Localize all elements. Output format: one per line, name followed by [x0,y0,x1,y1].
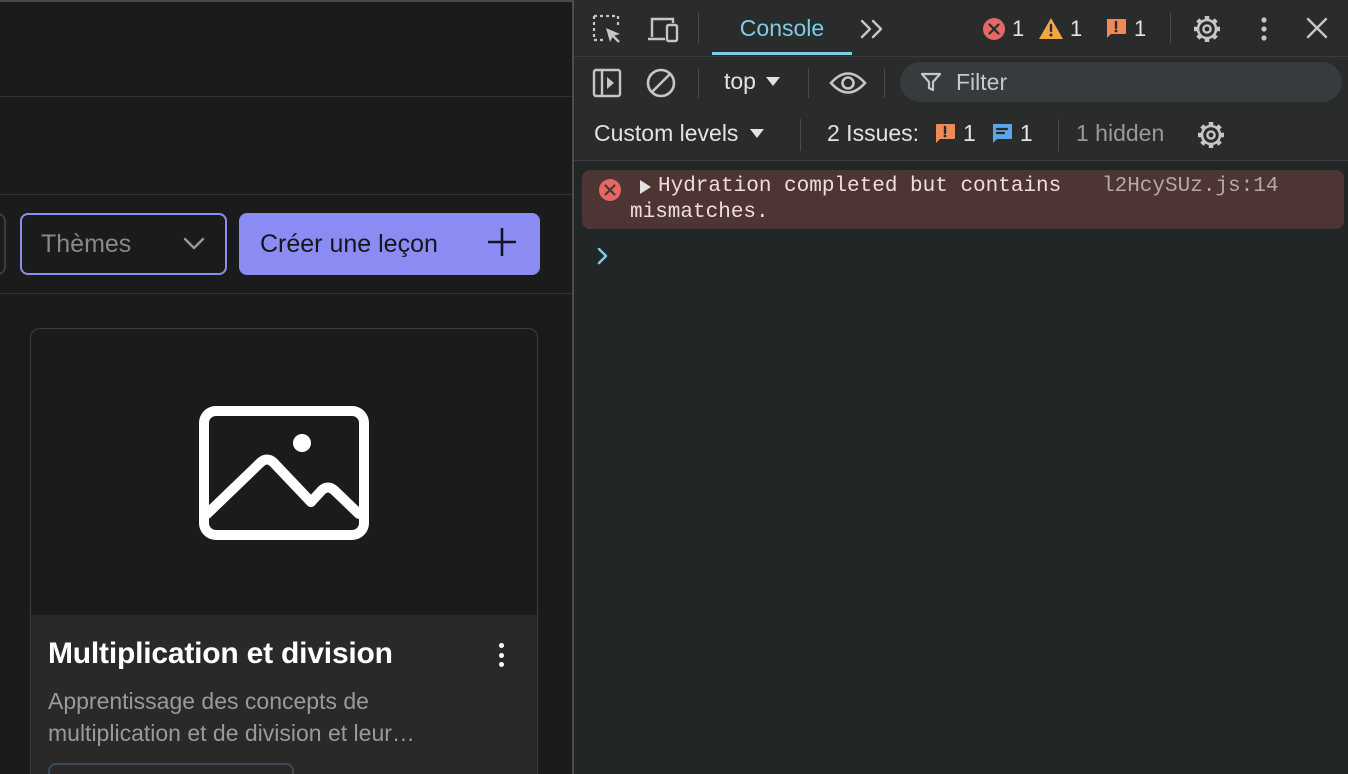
live-expression-eye-icon[interactable] [828,66,868,100]
caret-down-icon [765,76,780,86]
error-source-link[interactable]: l2HcySUz.js:14 [1102,174,1278,200]
error-count[interactable]: 1 [982,16,1024,42]
toolbar-divider-top [0,194,573,195]
more-vertical-icon[interactable] [489,639,513,671]
issue-icon [1107,19,1126,38]
toolbar-separator [800,119,801,151]
log-levels-value: Custom levels [594,120,739,146]
description-line: multiplication et de division et leur… [48,720,415,746]
console-filter[interactable] [900,62,1342,102]
error-count-value: 1 [1012,16,1025,41]
toolbar-separator [884,68,885,98]
issues-summary-button[interactable]: 2 Issues: 1 1 [827,120,1033,147]
filter-input[interactable] [956,68,1316,96]
app-pane: Thèmes Créer une leçon Multiplication et… [0,0,573,774]
lesson-card-title: Multiplication et division [48,637,393,670]
tab-console-label: Console [739,14,825,41]
issues-summary-label: 2 Issues: [827,120,920,146]
context-selector-value: top [724,68,756,94]
filter-funnel-icon [920,72,942,92]
console-prompt-chevron-icon[interactable] [596,246,610,271]
lesson-card-chip[interactable] [48,763,294,774]
caret-down-icon [750,128,765,138]
console-output [574,161,1348,774]
lesson-card-image [31,329,537,615]
top-border [0,0,573,2]
breaking-issues: 1 [933,120,976,147]
tab-console[interactable]: Console [712,0,852,56]
issues-count-value: 1 [1134,16,1147,41]
image-placeholder-icon [199,406,369,540]
screen: Thèmes Créer une leçon Multiplication et… [0,0,1348,774]
chevron-down-icon [183,237,205,251]
hidden-messages-count: 1 hidden [1076,120,1165,146]
error-icon [599,179,621,201]
create-lesson-button[interactable]: Créer une leçon [239,213,540,275]
toolbar-separator [1058,119,1059,151]
active-tab-underline [712,52,852,55]
more-tabs-icon[interactable] [856,14,888,44]
warning-count-value: 1 [1070,16,1083,41]
context-selector[interactable]: top [724,68,780,95]
issues-count[interactable]: 1 [1104,16,1146,42]
inspect-element-icon[interactable] [590,12,624,46]
lesson-card[interactable]: Multiplication et division Apprentissage… [30,328,538,774]
toolbar-separator [698,68,699,98]
toolbar-separator [1170,12,1171,44]
create-lesson-label: Créer une leçon [260,229,438,258]
console-settings-gear-icon[interactable] [1194,118,1228,152]
devtools-panel: Console 1 1 1 top Filter Custom levels 2… [574,0,1348,774]
clear-console-icon[interactable] [644,66,678,100]
device-toolbar-icon[interactable] [646,12,680,46]
devtools-main-toolbar: Console 1 1 1 [574,0,1348,57]
warning-count[interactable]: 1 [1038,16,1082,42]
partial-filter-field[interactable] [0,213,6,275]
error-icon [983,18,1005,40]
themes-select-placeholder: Thèmes [41,229,132,258]
log-levels-dropdown[interactable]: Custom levels [594,120,765,147]
error-message-text: Hydration completed but contains mismatc… [630,174,1100,226]
message-icon [992,123,1012,143]
breaking-issues-count: 1 [963,120,976,146]
warning-icon [1039,18,1063,39]
plus-icon [487,227,517,261]
header-divider [0,96,573,97]
settings-gear-icon[interactable] [1190,12,1224,46]
more-options-icon[interactable] [1250,12,1278,46]
error-line: Hydration completed but contains [658,175,1062,198]
error-line: mismatches. [630,201,769,224]
sidebar-toggle-icon[interactable] [590,66,624,100]
themes-select[interactable]: Thèmes [20,213,227,275]
lesson-card-description: Apprentissage des concepts de multiplica… [48,685,488,749]
toolbar-separator [698,12,699,44]
toolbar-separator [808,68,809,98]
toolbar-divider-bottom [0,293,573,294]
info-issues: 1 [990,120,1033,147]
description-line: Apprentissage des concepts de [48,688,369,714]
issue-icon [936,123,956,143]
console-error-message[interactable]: Hydration completed but contains mismatc… [582,170,1344,229]
close-devtools-icon[interactable] [1302,13,1332,43]
info-issues-count: 1 [1019,120,1033,146]
